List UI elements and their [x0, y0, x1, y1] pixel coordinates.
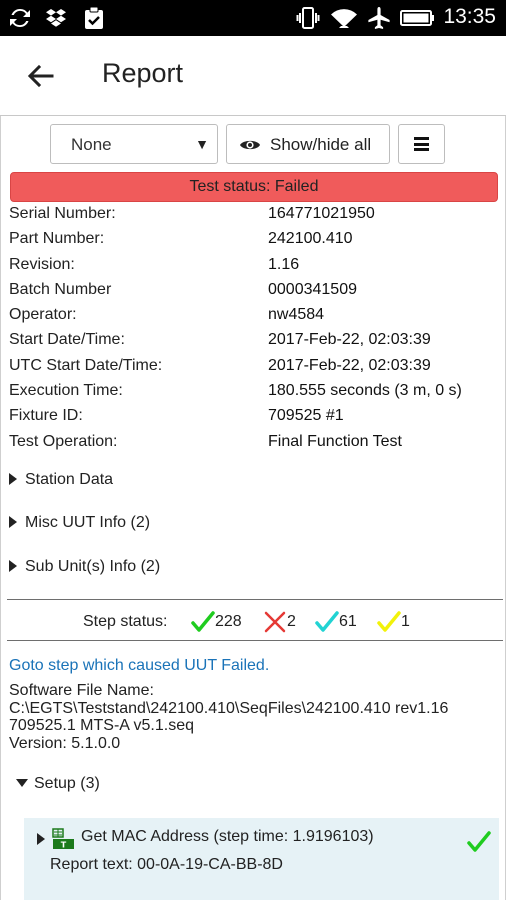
hamburger-icon [414, 137, 429, 151]
passed-count-value: 228 [215, 613, 242, 630]
info-row: Revision: 1.16 [9, 252, 499, 277]
test-status-banner: Test status: Failed [10, 172, 498, 202]
section-station-data[interactable]: Station Data [9, 471, 113, 489]
dropdown-arrow-icon: ▼ [195, 136, 209, 152]
info-value: 164771021950 [268, 205, 375, 222]
airplane-icon [368, 7, 390, 29]
setup-label: Setup (3) [34, 775, 100, 792]
status-bar: 13:35 [0, 0, 506, 36]
other-count-value: 1 [401, 613, 410, 630]
menu-button[interactable] [398, 124, 445, 164]
info-label: Revision: [9, 255, 75, 273]
software-file-label: Software File Name: [9, 682, 154, 699]
dropbox-icon [46, 9, 66, 27]
info-row: Test Operation: Final Function Test [9, 429, 499, 454]
info-value: 1.16 [268, 255, 300, 273]
skipped-count-value: 61 [339, 613, 357, 630]
expand-arrow-icon [9, 560, 17, 572]
clock: 13:35 [443, 5, 496, 28]
info-value: 2017-Feb-22, 02:03:39 [268, 331, 431, 349]
show-hide-all-label: Show/hide all [270, 135, 372, 154]
step-status-summary: Step status: 228 2 61 1 [1, 606, 505, 636]
sync-icon [10, 8, 30, 28]
software-file-path: C:\EGTS\Teststand\242100.410\SeqFiles\24… [9, 699, 449, 717]
info-value: 0000341509 [268, 280, 357, 298]
teststand-step-icon: T [52, 828, 74, 850]
info-row: Fixture ID: 709525 #1 [9, 403, 499, 428]
report-toolbar: None ▼ Show/hide all [1, 124, 505, 164]
section-label: Station Data [25, 471, 114, 488]
eye-icon [240, 140, 260, 150]
info-row: Operator: nw4584 [9, 302, 499, 327]
vibrate-icon [296, 7, 320, 29]
divider [7, 640, 503, 641]
clipboard-check-icon [85, 6, 103, 29]
section-sub-units-info[interactable]: Sub Unit(s) Info (2) [9, 558, 160, 576]
expand-arrow-icon [37, 833, 45, 845]
section-misc-uut-info[interactable]: Misc UUT Info (2) [9, 514, 150, 532]
divider [7, 599, 503, 600]
svg-text:T: T [61, 841, 67, 850]
info-label: Start Date/Time: [9, 331, 125, 349]
info-value: Final Function Test [268, 432, 402, 450]
info-row: Batch Number 0000341509 [9, 277, 499, 302]
info-label: Serial Number: [9, 205, 116, 222]
info-value: 2017-Feb-22, 02:03:39 [268, 356, 431, 374]
info-label: Fixture ID: [9, 407, 83, 425]
pass-check-icon [467, 831, 491, 852]
app-bar: Report [0, 36, 506, 116]
software-file-info: Software File Name: C:\EGTS\Teststand\24… [9, 682, 499, 752]
info-label: Execution Time: [9, 382, 123, 400]
software-version: Version: 5.1.0.0 [9, 734, 121, 752]
setup-group[interactable]: Setup (3) [16, 775, 100, 793]
expand-arrow-icon [9, 516, 17, 528]
info-row: Part Number: 242100.410 [9, 226, 499, 251]
info-label: UTC Start Date/Time: [9, 356, 163, 374]
goto-failed-step-link[interactable]: Goto step which caused UUT Failed. [9, 657, 269, 675]
section-label: Misc UUT Info (2) [25, 514, 151, 531]
page-title: Report [102, 58, 184, 88]
info-value: 180.555 seconds (3 m, 0 s) [268, 382, 462, 400]
expand-arrow-icon [9, 473, 17, 485]
info-label: Operator: [9, 306, 77, 324]
info-row: Execution Time: 180.555 seconds (3 m, 0 s… [9, 378, 499, 403]
show-hide-all-button[interactable]: Show/hide all [226, 124, 390, 164]
step-name: Get MAC Address (step time: 1.9196103) [81, 828, 374, 845]
info-label: Test Operation: [9, 432, 118, 450]
back-arrow-icon[interactable] [24, 60, 56, 92]
section-label: Sub Unit(s) Info (2) [25, 558, 161, 575]
info-row: Serial Number: 164771021950 [9, 201, 499, 226]
info-row: Start Date/Time: 2017-Feb-22, 02:03:39 [9, 327, 499, 352]
info-value: nw4584 [268, 306, 325, 324]
battery-icon [400, 10, 434, 26]
step-item[interactable]: T Get MAC Address (step time: 1.9196103)… [24, 818, 499, 900]
collapse-arrow-icon [16, 779, 28, 787]
info-row: UTC Start Date/Time: 2017-Feb-22, 02:03:3… [9, 353, 499, 378]
skipped-check-icon [315, 611, 339, 632]
step-report-text: Report text: 00-0A-19-CA-BB-8D [50, 856, 283, 873]
step-status-label: Step status: [83, 613, 168, 630]
info-label: Batch Number [9, 280, 112, 298]
other-check-icon [377, 611, 401, 632]
uut-info-table: Serial Number: 164771021950 Part Number: 2… [9, 201, 499, 454]
info-value: 709525 #1 [268, 407, 344, 425]
failed-count-value: 2 [287, 613, 296, 630]
pass-check-icon [191, 611, 215, 632]
filter-select[interactable]: None ▼ [50, 124, 218, 164]
wifi-icon [331, 9, 357, 28]
software-file-path-cont: 709525.1 MTS-A v5.1.seq [9, 717, 194, 734]
info-value: 242100.410 [268, 230, 353, 248]
fail-x-icon [264, 611, 286, 633]
info-label: Part Number: [9, 230, 105, 248]
filter-select-value: None [71, 135, 112, 154]
report-content[interactable]: None ▼ Show/hide all Test status: Failed… [0, 116, 506, 900]
